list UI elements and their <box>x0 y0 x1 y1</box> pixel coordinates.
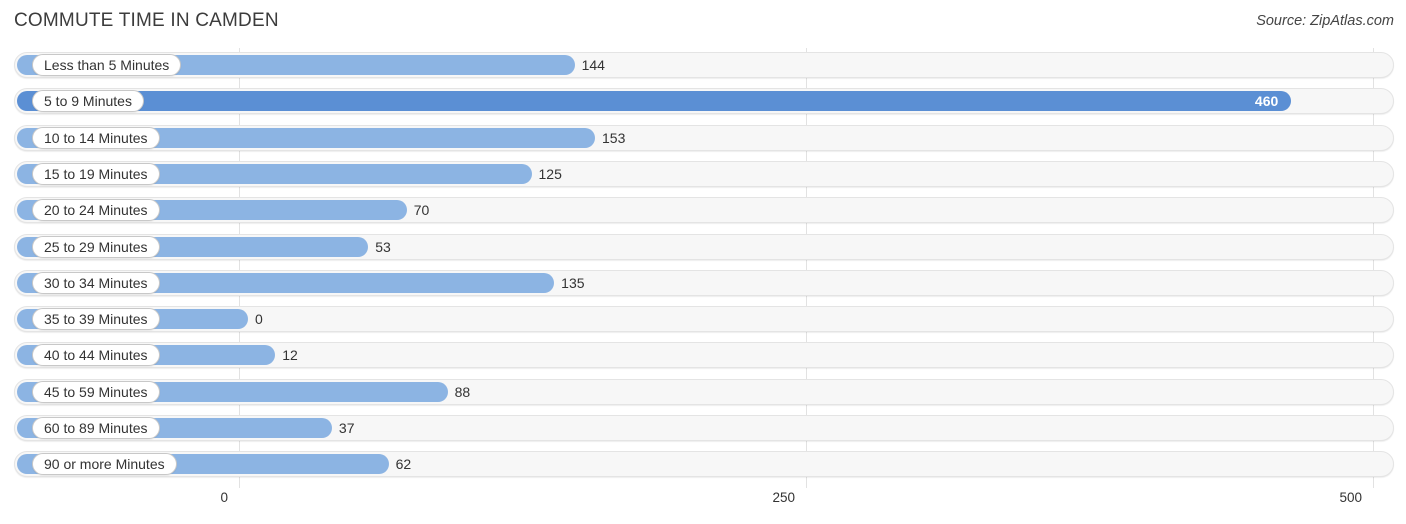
bar-value-label: 153 <box>602 129 626 146</box>
bar-category-label: 60 to 89 Minutes <box>32 417 160 439</box>
x-axis-tick-250: 250 <box>772 490 795 505</box>
bar-category-label: 35 to 39 Minutes <box>32 308 160 331</box>
bar-row[interactable]: 45 to 59 Minutes 88 <box>14 378 1394 405</box>
bar-category-label: 25 to 29 Minutes <box>32 235 160 258</box>
bar-value-label: 135 <box>561 274 585 291</box>
chart-header: COMMUTE TIME IN CAMDEN Source: ZipAtlas.… <box>0 0 1406 46</box>
bar-category-label: 45 to 59 Minutes <box>32 380 160 403</box>
bar-category-label: Less than 5 Minutes <box>32 54 182 76</box>
x-axis-tick-500: 500 <box>1339 490 1362 505</box>
bar-row[interactable]: 90 or more Minutes 62 <box>14 451 1394 478</box>
bar-category-label: 90 or more Minutes <box>32 453 177 476</box>
bar-category-label: 40 to 44 Minutes <box>32 344 160 367</box>
page-title: COMMUTE TIME IN CAMDEN <box>14 10 279 31</box>
bar-category-label: 5 to 9 Minutes <box>32 90 144 113</box>
bar-value-label: 125 <box>538 165 562 182</box>
bar-row[interactable]: 60 to 89 Minutes 37 <box>14 415 1394 441</box>
bar-value-label: 12 <box>282 347 298 364</box>
x-axis-tick-0: 0 <box>220 490 228 505</box>
bar-category-label: 10 to 14 Minutes <box>32 126 160 149</box>
chart-plot-area: Less than 5 Minutes 144 5 to 9 Minutes 460 1… <box>0 48 1406 488</box>
bar-category-label: 20 to 24 Minutes <box>32 199 160 222</box>
bar-value-label: 37 <box>338 420 355 436</box>
bar-value-label: 88 <box>454 383 471 400</box>
bar-category-label: 15 to 19 Minutes <box>32 162 160 185</box>
bar-row[interactable]: 25 to 29 Minutes 53 <box>14 233 1394 260</box>
bar-row[interactable]: Less than 5 Minutes 144 <box>14 52 1394 78</box>
bar-value-label: 460 <box>1254 93 1279 110</box>
bar-row[interactable]: 40 to 44 Minutes 12 <box>14 342 1394 369</box>
bar-value-label: 53 <box>375 238 391 255</box>
bar-row[interactable]: 10 to 14 Minutes 153 <box>14 124 1394 151</box>
bar-row[interactable]: 20 to 24 Minutes 70 <box>14 197 1394 224</box>
bar-row[interactable]: 5 to 9 Minutes 460 <box>14 88 1394 115</box>
bar-row[interactable]: 15 to 19 Minutes 125 <box>14 160 1394 187</box>
bar-row[interactable]: 30 to 34 Minutes 135 <box>14 269 1394 296</box>
bar-value-label: 144 <box>581 57 605 73</box>
bar-fill <box>17 91 1292 112</box>
bar-value-label: 62 <box>395 456 412 473</box>
bar-category-label: 30 to 34 Minutes <box>32 271 160 294</box>
x-axis: 0 250 500 <box>0 488 1406 524</box>
bar-row[interactable]: 35 to 39 Minutes 0 <box>14 306 1394 333</box>
bar-value-label: 0 <box>255 311 263 328</box>
bar-value-label: 70 <box>413 202 430 219</box>
source-attribution: Source: ZipAtlas.com <box>1256 13 1394 29</box>
